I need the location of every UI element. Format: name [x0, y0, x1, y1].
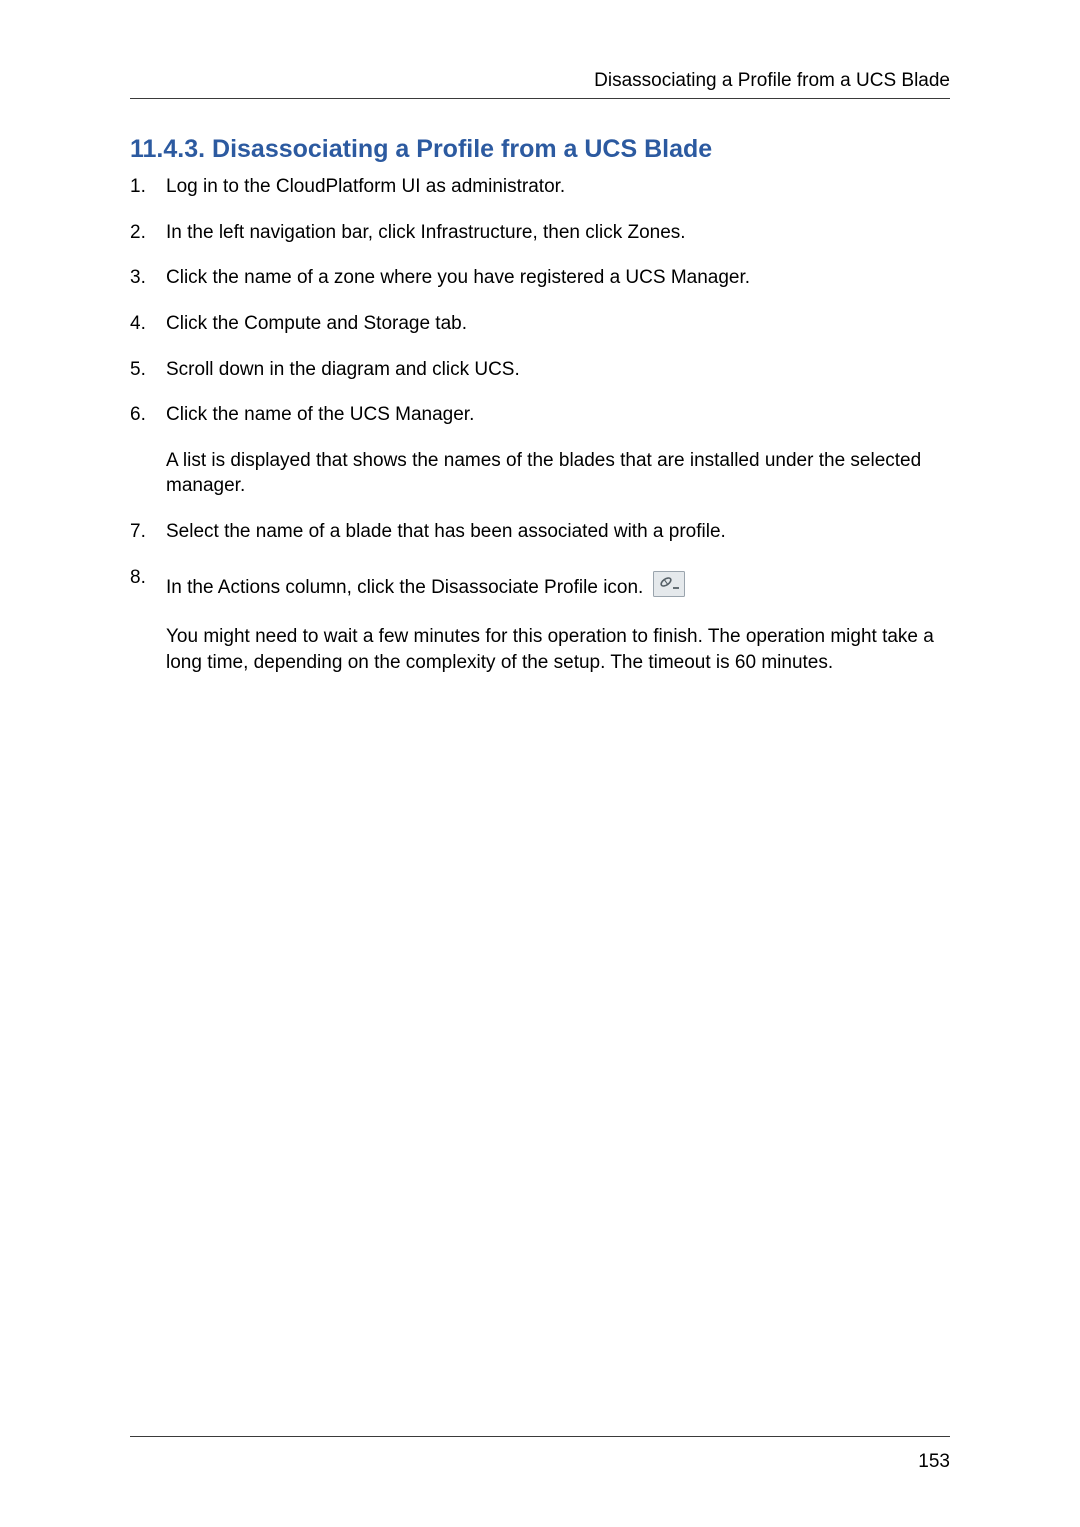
step-list: Log in to the CloudPlatform UI as admini…: [130, 174, 950, 676]
step-text: Select the name of a blade that has been…: [166, 521, 726, 542]
step-text: Log in to the CloudPlatform UI as admini…: [166, 176, 565, 197]
page: Disassociating a Profile from a UCS Blad…: [0, 0, 1080, 1527]
section-title: 11.4.3. Disassociating a Profile from a …: [130, 135, 950, 164]
footer-rule: [130, 1436, 950, 1437]
step-item: Select the name of a blade that has been…: [130, 519, 950, 545]
step-item: In the left navigation bar, click Infras…: [130, 220, 950, 246]
step-item: Click the name of the UCS Manager. A lis…: [130, 402, 950, 499]
page-header: Disassociating a Profile from a UCS Blad…: [130, 70, 950, 107]
step-item: Log in to the CloudPlatform UI as admini…: [130, 174, 950, 200]
step-extra-text: A list is displayed that shows the names…: [166, 448, 950, 499]
step-item: Click the name of a zone where you have …: [130, 265, 950, 291]
step-item: Click the Compute and Storage tab.: [130, 311, 950, 337]
step-text: In the left navigation bar, click Infras…: [166, 222, 686, 243]
header-rule: [130, 98, 950, 99]
step-extra-text: You might need to wait a few minutes for…: [166, 624, 950, 675]
step-text: Click the Compute and Storage tab.: [166, 313, 467, 334]
step-item: In the Actions column, click the Disasso…: [130, 565, 950, 676]
running-title: Disassociating a Profile from a UCS Blad…: [130, 70, 950, 92]
step-text: Click the name of a zone where you have …: [166, 267, 750, 288]
page-number: 153: [918, 1451, 950, 1473]
disassociate-profile-icon: [653, 571, 685, 605]
step-text: In the Actions column, click the Disasso…: [166, 577, 643, 598]
step-item: Scroll down in the diagram and click UCS…: [130, 357, 950, 383]
step-text: Scroll down in the diagram and click UCS…: [166, 359, 520, 380]
step-text: Click the name of the UCS Manager.: [166, 404, 474, 425]
